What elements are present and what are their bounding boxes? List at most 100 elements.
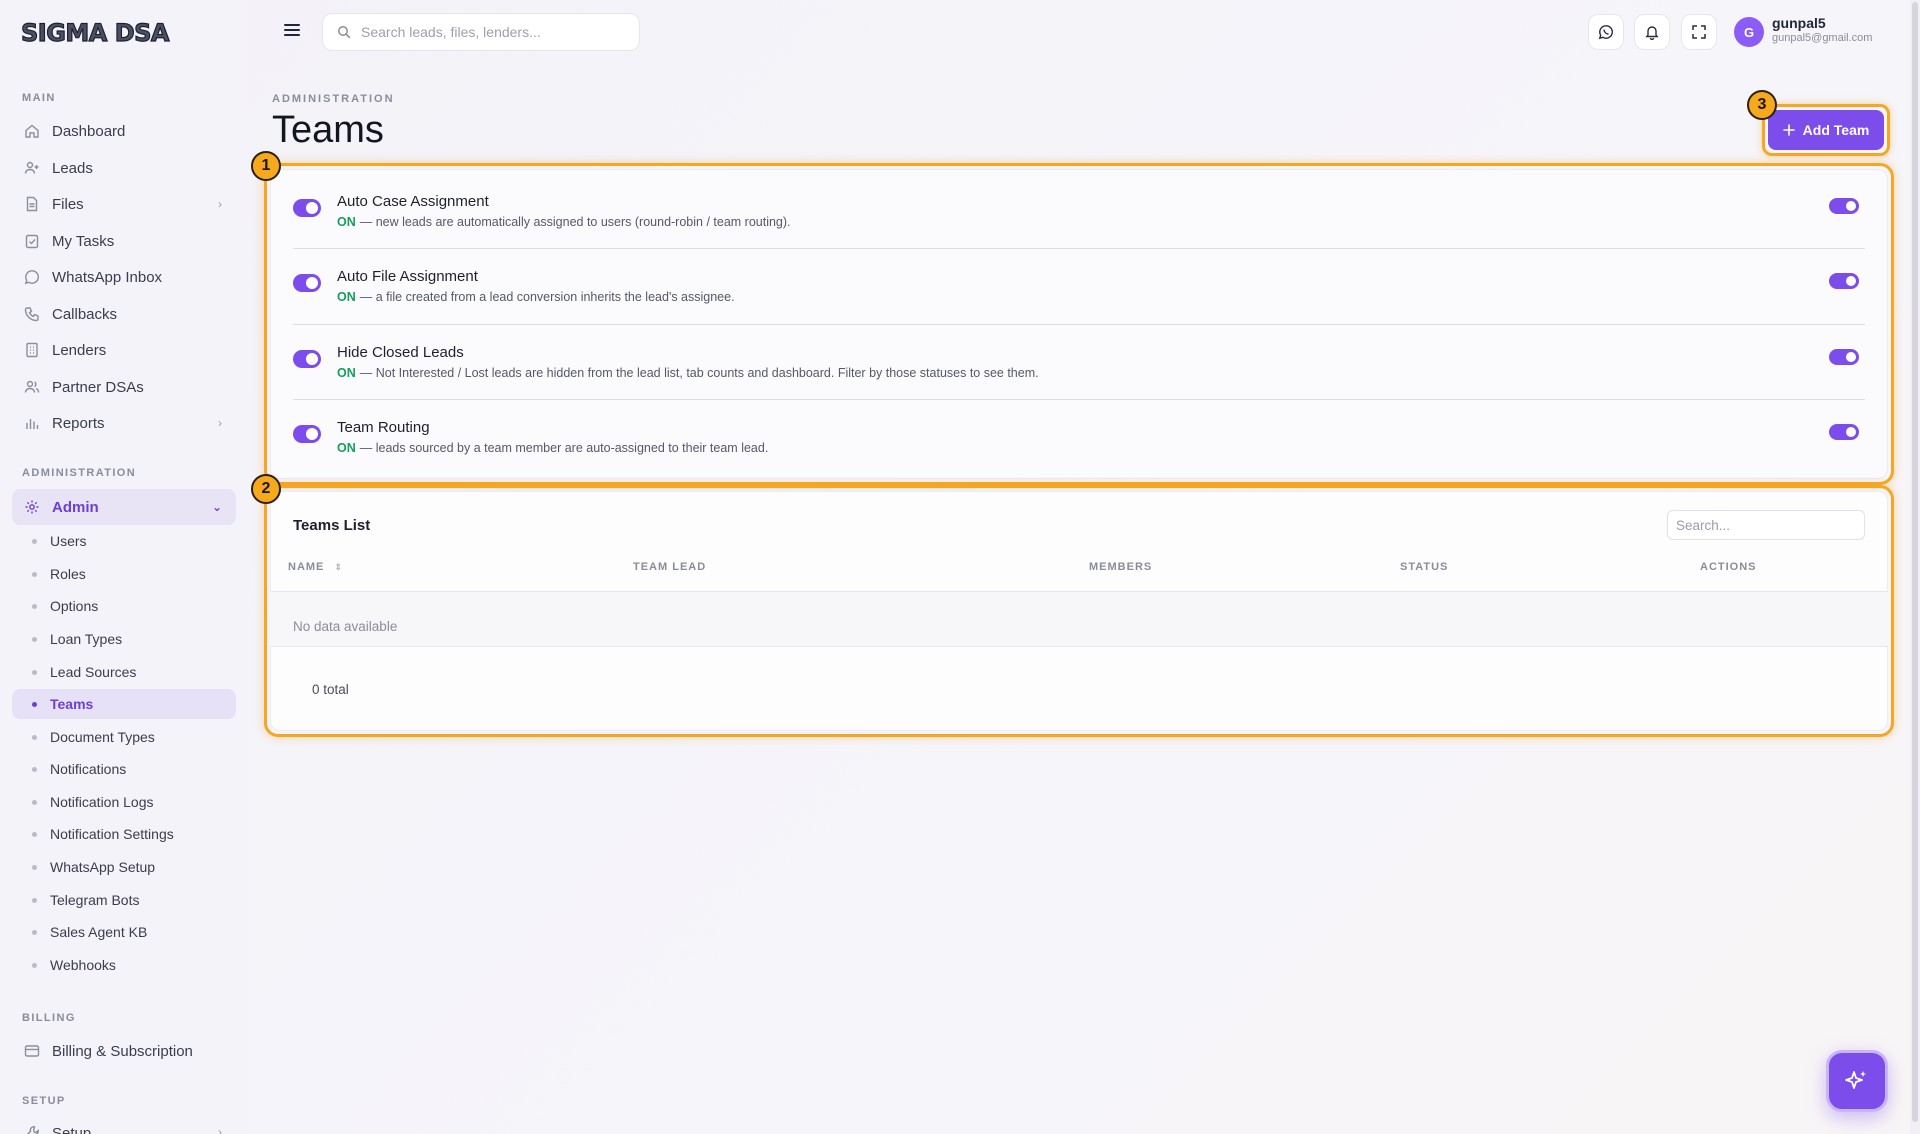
toggle-switch[interactable]	[293, 425, 321, 443]
section-title-main: MAIN	[22, 92, 56, 104]
notifications-button[interactable]	[1634, 14, 1670, 50]
sidebar-item-label: Billing & Subscription	[52, 1042, 193, 1060]
sidebar-subitem-label: Roles	[50, 566, 86, 582]
menu-toggle-button[interactable]	[276, 14, 308, 46]
bullet-dot	[32, 572, 37, 577]
setting-team-routing: Team Routing ON — leads sourced by a team…	[293, 419, 1865, 479]
sidebar-subitem-whatsapp-setup[interactable]: WhatsApp Setup	[12, 852, 236, 882]
search-input[interactable]	[361, 24, 621, 40]
table-search-input[interactable]	[1667, 510, 1865, 540]
sidebar-subitem-notifications[interactable]: Notifications	[12, 754, 236, 784]
column-header-members: MEMBERS	[1089, 561, 1153, 573]
toggle-switch[interactable]	[1829, 198, 1859, 214]
avatar[interactable]: G	[1734, 17, 1764, 47]
page-scrollbar[interactable]	[1910, 0, 1920, 1134]
sidebar-subitem-options[interactable]: Options	[12, 591, 236, 621]
section-title-administration: ADMINISTRATION	[22, 467, 137, 479]
sidebar-subitem-label: Options	[50, 598, 99, 614]
section-title-billing: BILLING	[22, 1012, 76, 1024]
bullet-dot	[32, 800, 37, 805]
sidebar-item-setup[interactable]: Setup ›	[12, 1117, 236, 1134]
toggle-switch[interactable]	[293, 274, 321, 292]
toggle-switch[interactable]	[1829, 273, 1859, 289]
setting-state: ON	[337, 366, 356, 380]
sidebar-subitem-telegram-bots[interactable]: Telegram Bots	[12, 885, 236, 915]
bar-chart-icon	[24, 415, 40, 431]
sidebar-subitem-webhooks[interactable]: Webhooks	[12, 950, 236, 980]
sidebar-subitem-sales-agent-kb[interactable]: Sales Agent KB	[12, 917, 236, 947]
sidebar-subitem-teams[interactable]: Teams	[12, 689, 236, 719]
whatsapp-button[interactable]	[1588, 14, 1624, 50]
sidebar-subitem-label: Sales Agent KB	[50, 924, 148, 940]
page-title: Teams	[272, 109, 384, 151]
sidebar-subitem-lead-sources[interactable]: Lead Sources	[12, 657, 236, 687]
sidebar-subitem-label: Webhooks	[50, 957, 116, 973]
setting-desc-text: — new leads are automatically assigned t…	[359, 215, 791, 229]
sidebar-subitem-users[interactable]: Users	[12, 526, 236, 556]
sidebar-item-label: Leads	[52, 159, 93, 177]
table-body	[270, 592, 1888, 647]
sidebar-item-my-tasks[interactable]: My Tasks	[12, 224, 236, 258]
plus-icon	[1782, 124, 1795, 136]
sidebar-item-whatsapp-inbox[interactable]: WhatsApp Inbox	[12, 260, 236, 294]
credit-card-icon	[24, 1043, 40, 1059]
toggle-switch[interactable]	[1829, 349, 1859, 365]
sidebar-subitem-loan-types[interactable]: Loan Types	[12, 624, 236, 654]
teams-list-title: Teams List	[293, 517, 371, 534]
sidebar-subitem-roles[interactable]: Roles	[12, 559, 236, 589]
empty-state-text: No data available	[293, 619, 398, 634]
wrench-icon	[24, 1125, 40, 1134]
sidebar-item-files[interactable]: Files ›	[12, 187, 236, 221]
sidebar-subitem-document-types[interactable]: Document Types	[12, 722, 236, 752]
user-plus-icon	[24, 160, 40, 176]
sidebar-item-partner-dsas[interactable]: Partner DSAs	[12, 370, 236, 404]
fullscreen-icon	[1692, 25, 1706, 39]
sort-icon: ⇕	[334, 562, 343, 572]
sidebar-item-leads[interactable]: Leads	[12, 151, 236, 185]
bell-icon	[1645, 26, 1659, 40]
sidebar-subitem-label: Notifications	[50, 761, 127, 777]
search-icon	[338, 26, 351, 39]
sidebar-subitem-notification-logs[interactable]: Notification Logs	[12, 787, 236, 817]
setting-title: Hide Closed Leads	[337, 344, 464, 361]
sidebar-item-admin[interactable]: Admin ⌄	[12, 489, 236, 525]
section-title-setup: SETUP	[22, 1095, 66, 1107]
sidebar-item-callbacks[interactable]: Callbacks	[12, 297, 236, 331]
fullscreen-button[interactable]	[1681, 14, 1717, 50]
sidebar-item-billing[interactable]: Billing & Subscription	[12, 1034, 236, 1068]
column-header-name[interactable]: NAME ⇕	[288, 561, 343, 573]
ai-assistant-button[interactable]	[1826, 1050, 1888, 1112]
sidebar: SIGMA DSA MAIN Dashboard Leads Files › M…	[0, 0, 248, 1134]
setting-title: Team Routing	[337, 419, 430, 436]
toggle-switch[interactable]	[293, 350, 321, 368]
sidebar-subitem-label: Telegram Bots	[50, 892, 140, 908]
bullet-dot	[32, 604, 37, 609]
sidebar-item-reports[interactable]: Reports ›	[12, 406, 236, 440]
bullet-dot	[32, 930, 37, 935]
column-header-actions: ACTIONS	[1700, 561, 1757, 573]
setting-state: ON	[337, 441, 356, 455]
sidebar-item-label: Dashboard	[52, 122, 126, 140]
sidebar-item-dashboard[interactable]: Dashboard	[12, 114, 236, 148]
whatsapp-icon	[1598, 25, 1614, 40]
app-logo[interactable]: SIGMA DSA	[20, 14, 200, 50]
add-team-button[interactable]: Add Team	[1768, 110, 1884, 150]
toggle-switch[interactable]	[293, 199, 321, 217]
divider	[293, 324, 1865, 325]
toggle-switch[interactable]	[1829, 424, 1859, 440]
users-icon	[24, 379, 40, 395]
user-name[interactable]: gunpal5	[1772, 15, 1826, 31]
annotation-badge-2: 2	[251, 474, 281, 504]
sidebar-subitem-notification-settings[interactable]: Notification Settings	[12, 819, 236, 849]
setting-state: ON	[337, 290, 356, 304]
chevron-right-icon: ›	[218, 1125, 222, 1134]
phone-icon	[24, 306, 40, 322]
bullet-dot	[32, 898, 37, 903]
bullet-dot	[32, 767, 37, 772]
sidebar-item-lenders[interactable]: Lenders	[12, 333, 236, 367]
bullet-dot	[32, 670, 37, 675]
sidebar-subitem-label: Document Types	[50, 729, 155, 745]
scrollbar-thumb[interactable]	[1912, 2, 1918, 1122]
global-search[interactable]	[322, 13, 640, 51]
setting-auto-file-assignment: Auto File Assignment ON — a file created …	[293, 268, 1865, 328]
